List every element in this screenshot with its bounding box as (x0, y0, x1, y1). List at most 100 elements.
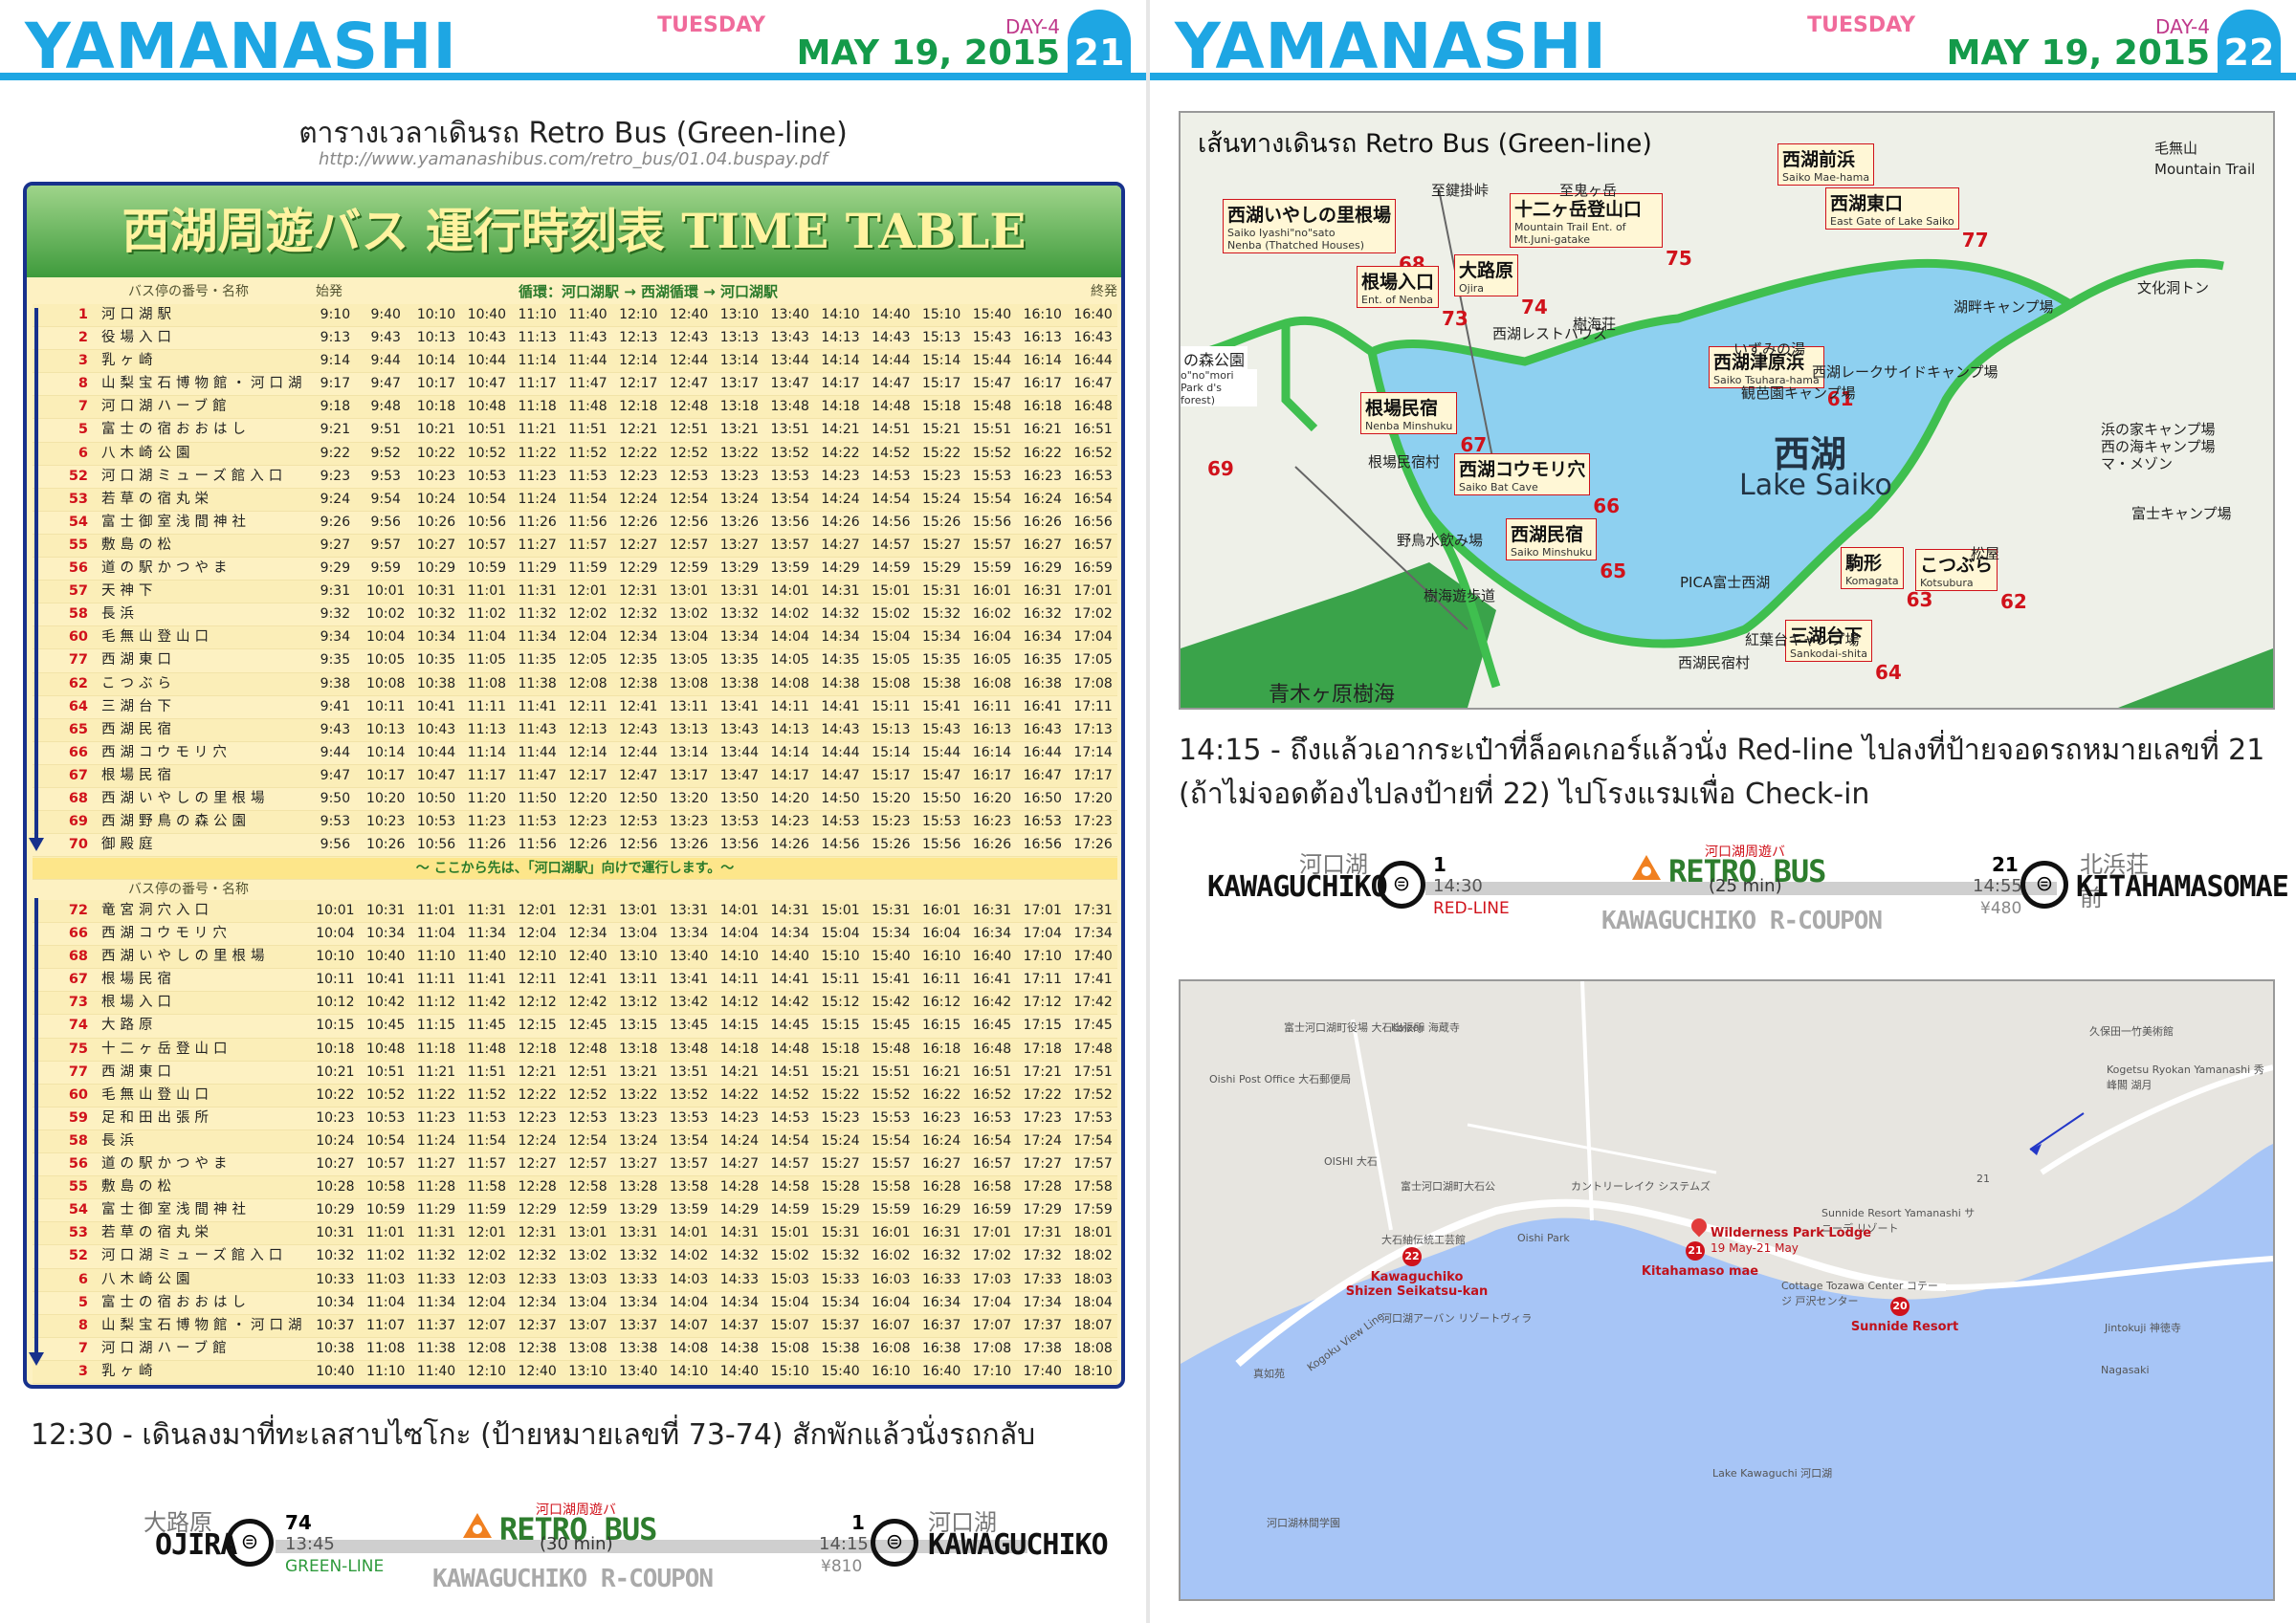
time-cell: 12:03 (467, 1271, 507, 1287)
time-cell: 16:33 (921, 1271, 961, 1287)
time-cell: 10:57 (467, 537, 507, 553)
time-cell: 17:31 (1073, 903, 1113, 918)
time-cell: 11:27 (518, 537, 557, 553)
time-cell: 17:26 (1073, 837, 1113, 853)
route-map[interactable]: เส้นทางเดินรถ Retro Bus (Green-line) 西湖 … (1179, 111, 2275, 710)
time-cell: 13:32 (619, 1248, 658, 1264)
route-stop-en: Komagata (1845, 575, 1899, 587)
stop-name: 長浜 (101, 606, 139, 623)
departure-times: 10:28 10:58 11:28 11:58 12:28 12:58 13:28 13:58… (310, 1176, 1118, 1198)
time-cell: 17:28 (1023, 1179, 1062, 1195)
time-cell: 10:56 (467, 514, 507, 530)
time-cell: 10:59 (467, 560, 507, 577)
time-cell: 12:52 (568, 1086, 607, 1103)
time-cell: 9:52 (370, 445, 401, 461)
departure-times: 9:38 10:08 10:38 11:08 11:38 12:08 12:38 13:08 1… (310, 673, 1118, 695)
stop-number: 65 (68, 721, 88, 737)
route-stop-label: 西湖いやしの里根場 Saiko Iyashi"no"sato Nenba (Tha… (1223, 199, 1425, 275)
time-cell: 16:08 (872, 1340, 911, 1356)
stop-number: 55 (68, 537, 88, 553)
route-place-label: 毛無山 (2154, 140, 2198, 157)
time-cell: 11:32 (518, 606, 557, 623)
time-cell: 11:34 (467, 926, 507, 942)
time-cell: 15:40 (821, 1363, 860, 1379)
time-cell: 12:13 (568, 721, 607, 737)
route-stop-en: Saiko Minshuku (1511, 546, 1593, 559)
time-cell: 14:02 (669, 1248, 709, 1264)
time-cell: 16:23 (1023, 468, 1062, 484)
time-cell: 17:03 (972, 1271, 1012, 1287)
time-cell: 11:53 (467, 1109, 507, 1126)
time-cell: 12:53 (619, 814, 658, 830)
timetable-row: 53 若草の宿丸栄 10:31 11:01 11:31 12:01 12:31 13:01 13… (33, 1222, 1117, 1246)
time-cell: 13:53 (669, 1109, 709, 1126)
time-cell: 15:44 (972, 353, 1012, 369)
departure-times: 10:10 10:40 11:10 11:40 12:10 12:40 13:10 13:40… (310, 946, 1118, 968)
time-cell: 17:34 (1023, 1294, 1062, 1310)
time-cell: 15:35 (921, 652, 961, 669)
stop-name: 西湖東口 (101, 652, 176, 669)
time-cell: 12:41 (568, 972, 607, 988)
time-cell: 13:53 (770, 468, 809, 484)
timetable-url[interactable]: http://www.yamanashibus.com/retro_bus/01… (0, 149, 1146, 169)
time-cell: 14:34 (821, 629, 860, 646)
time-cell: 12:34 (518, 1294, 557, 1310)
time-cell: 13:23 (619, 1109, 658, 1126)
time-cell: 12:41 (512, 1384, 563, 1385)
stop-number: 58 (68, 606, 88, 623)
time-cell: 16:57 (972, 1156, 1012, 1173)
time-cell: 14:41 (770, 972, 809, 988)
route-stop-jp: 大路原 (1459, 260, 1514, 281)
bus-stop-icon-3: ⊜ (1378, 861, 1425, 909)
time-cell: 11:40 (568, 307, 607, 322)
time-cell: 13:27 (719, 537, 760, 553)
route-place-label: 根場民宿村 (1368, 453, 1441, 471)
time-cell: 11:52 (568, 445, 607, 461)
time-cell: 12:38 (619, 675, 658, 691)
time-cell: 10:54 (467, 491, 507, 507)
stop-name: 天神下 (101, 583, 158, 600)
time-cell: 14:59 (770, 1202, 809, 1218)
time-cell: 12:45 (568, 1018, 607, 1034)
time-cell: 13:47 (719, 767, 760, 783)
timetable-row: 59 足和田出張所 10:23 10:53 11:23 11:53 12:23 12:53 13… (33, 1108, 1117, 1130)
stop-name: 御殿庭 (101, 837, 158, 853)
street-map-label: Nagasaki (2101, 1364, 2150, 1376)
time-cell: 17:08 (1073, 675, 1113, 691)
time-cell: 15:13 (872, 721, 911, 737)
time-cell: 10:10 (316, 949, 355, 965)
time-cell: 13:20 (669, 790, 709, 806)
route-place-label: 至鬼ヶ岳 (1559, 182, 1618, 199)
street-map[interactable]: 富士河口湖町役場 大石出張所 Kaizoji 海蔵寺 Oishi Post Offi… (1179, 979, 2275, 1601)
departure-times: 10:22 10:52 11:22 11:52 12:22 12:52 13:22 13:52… (310, 1085, 1118, 1107)
time-cell: 17:02 (972, 1248, 1012, 1264)
time-cell: 10:21 (316, 1064, 355, 1080)
duration-2: (25 min) (1709, 876, 1782, 896)
time-cell: 17:05 (1073, 652, 1113, 669)
time-cell: 9:35 (320, 652, 351, 669)
timetable-row: 1 河口湖駅 9:10 9:40 10:10 10:40 11:10 11:40 12:10 12… (33, 304, 1117, 328)
time-cell: 15:50 (921, 790, 961, 806)
time-cell: 15:29 (921, 560, 961, 577)
time-cell: 15:15 (821, 1018, 860, 1034)
time-cell: 15:31 (821, 1225, 860, 1241)
time-cell: 14:04 (719, 926, 760, 942)
departure-times: 9:56 10:26 10:56 11:26 11:56 12:26 12:56 13:26 1… (310, 834, 1118, 856)
stop-number: 73 (68, 995, 88, 1011)
time-cell: 12:57 (669, 537, 709, 553)
time-cell: 10:34 (416, 629, 456, 646)
time-cell: 16:44 (1023, 744, 1062, 760)
stop-name: 毛無山登山口 (101, 1086, 213, 1103)
from-stop-en-2: KAWAGUCHIKO (1207, 870, 1388, 904)
stop-name: 乳ヶ崎 (101, 1363, 158, 1379)
time-cell: 17:52 (1073, 1086, 1113, 1103)
time-cell: 11:29 (416, 1202, 456, 1218)
time-cell: 13:35 (719, 652, 760, 669)
route-stop-jp: 西湖民宿 (1511, 524, 1584, 545)
route-place-label: 野鳥水飲み場 (1397, 532, 1484, 549)
time-cell: 16:29 (921, 1202, 961, 1218)
departure-times: 10:18 10:48 11:18 11:48 12:18 12:48 13:18 13:48… (310, 1039, 1118, 1061)
stop-name: 道の駅かつやま (101, 560, 232, 577)
departure-times: 9:14 9:44 10:14 10:44 11:14 11:44 12:14 12:44 13… (310, 350, 1118, 372)
departure-times: 9:27 9:57 10:27 10:57 11:27 11:57 12:27 12:57 13… (310, 535, 1118, 557)
